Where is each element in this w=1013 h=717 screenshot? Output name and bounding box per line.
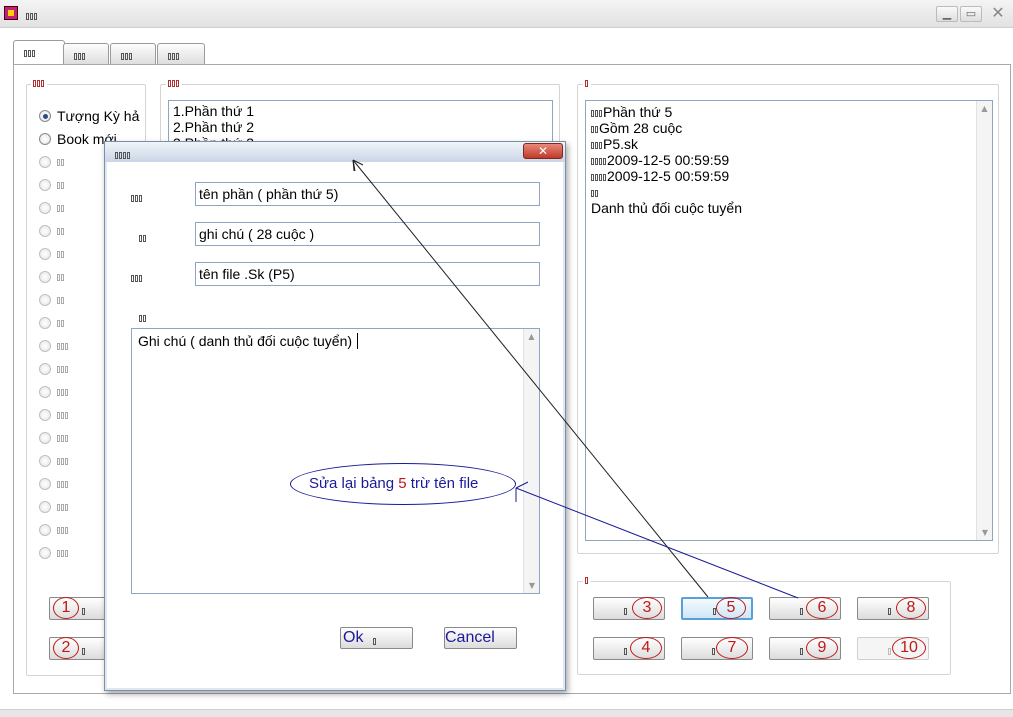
annotation-arrows [352,159,799,599]
arrow-to-dialog-title [352,159,709,598]
status-bar [0,709,1013,717]
arrow-to-annotation [515,487,799,599]
